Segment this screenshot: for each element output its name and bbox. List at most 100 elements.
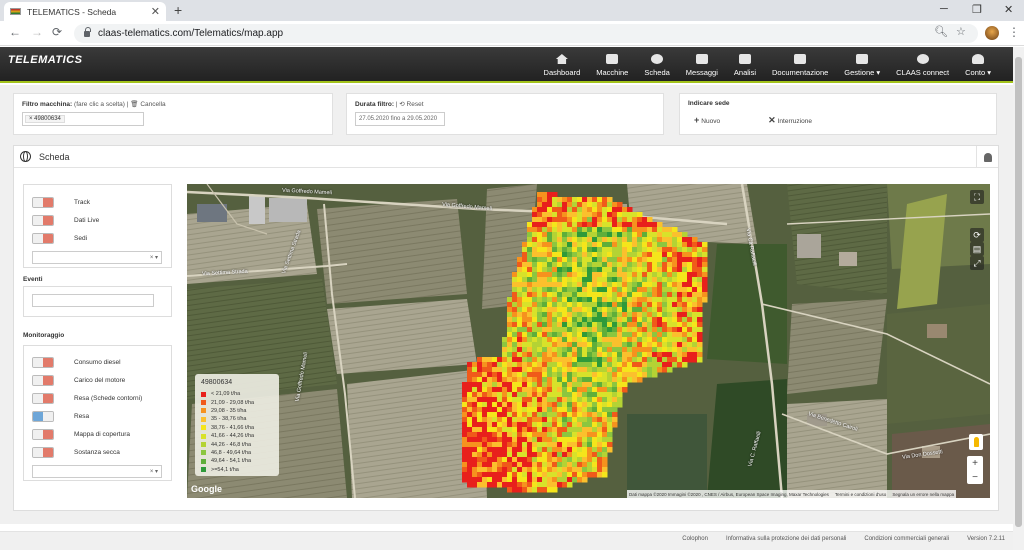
messages-icon — [695, 54, 708, 64]
live-data-toggle[interactable] — [32, 214, 54, 226]
legend-label: 29,08 - 35 t/ha — [211, 407, 247, 414]
diesel-toggle[interactable] — [32, 356, 54, 368]
nav-account[interactable]: Conto ▾ — [957, 47, 999, 83]
nav-messages[interactable]: Messaggi — [678, 47, 726, 83]
new-tab-button[interactable]: + — [174, 2, 182, 18]
telematics-logo[interactable]: TELEMATICS — [8, 54, 82, 66]
page-scrollbar[interactable] — [1013, 47, 1024, 550]
yield-legend: 49800634 < 21,09 t/ha 21,09 - 29,08 t/ha 2… — [195, 374, 279, 476]
monitoring-select[interactable] — [32, 465, 162, 478]
report-error-link[interactable]: Segnala un errore nella mappa — [892, 492, 954, 497]
sites-toggle[interactable] — [32, 232, 54, 244]
monitor-diesel: Consumo diesel — [24, 353, 171, 371]
monitoring-label: Monitoraggio — [23, 332, 65, 339]
panel-user-button[interactable] — [976, 146, 998, 168]
legend-item: 49,64 - 54,1 t/ha — [201, 457, 273, 465]
scrollbar-thumb[interactable] — [1015, 57, 1022, 527]
layers-box: Track Dati Live Sedi — [23, 184, 172, 268]
machine-filter-title: Filtro macchina: — [22, 101, 73, 108]
legend-swatch — [201, 408, 206, 414]
close-window-icon[interactable]: ✕ — [1004, 3, 1013, 16]
person-icon — [983, 152, 992, 162]
refresh-map-icon[interactable]: ⟳ — [970, 228, 984, 242]
nav-map[interactable]: Scheda — [636, 47, 677, 83]
legend-item: 35 - 38,76 t/ha — [201, 415, 273, 423]
sites-select[interactable] — [32, 251, 162, 264]
reset-duration-button[interactable]: | ⟲ Reset — [396, 101, 424, 108]
street-view-icon[interactable] — [969, 434, 983, 450]
nav-claas-connect[interactable]: CLAAS connect — [888, 47, 957, 83]
coverage-toggle[interactable] — [32, 428, 54, 440]
nav-label: Dashboard — [543, 68, 581, 77]
profile-avatar[interactable] — [985, 26, 999, 40]
forward-icon[interactable]: → — [31, 25, 43, 39]
zoom-control: + − — [967, 456, 983, 484]
tractor-icon — [606, 54, 619, 64]
colophon-link[interactable]: Colophon — [682, 536, 708, 542]
events-box — [23, 286, 172, 317]
fullscreen-icon[interactable]: ⛶ — [970, 190, 984, 204]
monitoring-box: Consumo diesel Carico del motore Resa (S… — [23, 345, 172, 481]
connect-icon — [916, 54, 929, 64]
track-label: Track — [74, 198, 91, 206]
dry-matter-toggle[interactable] — [32, 446, 54, 458]
nav-analysis[interactable]: Analisi — [726, 47, 764, 83]
legend-item: 46,8 - 49,64 t/ha — [201, 449, 273, 457]
legend-label: 35 - 38,76 t/ha — [211, 416, 247, 423]
analysis-icon — [738, 54, 751, 64]
management-icon — [856, 54, 869, 64]
privacy-link[interactable]: Informativa sulla protezione dei dati pe… — [726, 536, 846, 542]
new-site-button[interactable]: + Nuovo — [694, 115, 720, 126]
interrupt-site-button[interactable]: ✕ Interruzione — [768, 115, 812, 126]
expand-map-icon[interactable]: ⤢ — [970, 256, 984, 270]
yield-label: Resa — [74, 412, 90, 420]
user-icon — [972, 54, 985, 64]
print-map-icon[interactable]: ▤ — [970, 242, 984, 256]
browser-menu-icon[interactable]: ⋮ — [1008, 25, 1020, 39]
legend-swatch — [201, 416, 206, 422]
machine-chip[interactable]: × 49800634 — [25, 115, 65, 123]
nav-machines[interactable]: Macchine — [588, 47, 636, 83]
bookmark-star-icon[interactable]: ☆ — [956, 25, 966, 38]
reload-icon[interactable]: ⟳ — [52, 25, 62, 39]
back-icon[interactable]: ← — [9, 25, 21, 39]
yield-toggle[interactable] — [32, 410, 54, 422]
panel-title: Scheda — [39, 151, 70, 162]
maximize-icon[interactable]: ❐ — [972, 3, 982, 16]
track-toggle[interactable] — [32, 196, 54, 208]
clear-filter-button[interactable]: 🗑 Cancella — [130, 101, 165, 108]
terms-link[interactable]: Termini e condizioni d'uso — [835, 492, 886, 497]
engine-load-toggle[interactable] — [32, 374, 54, 386]
minimize-icon[interactable]: ─ — [940, 3, 948, 15]
monitor-yield-contours: Resa (Schede contorni) — [24, 389, 171, 407]
date-range-input[interactable]: 27.05.2020 fino a 29.05.2020 — [355, 112, 445, 126]
favicon-icon — [10, 8, 21, 15]
browser-tab[interactable]: TELEMATICS - Scheda ✕ — [4, 2, 166, 21]
diesel-label: Consumo diesel — [74, 358, 121, 366]
duration-filter-label: Durata filtro: | ⟲ Reset — [355, 100, 655, 108]
legend-item: < 21,09 t/ha — [201, 390, 273, 398]
terms-conditions-link[interactable]: Condizioni commerciali generali — [864, 536, 949, 542]
satellite-map[interactable]: Via Goffredo Mameli Via Goffredo Mameli … — [187, 184, 990, 498]
documents-icon — [794, 54, 807, 64]
machine-filter: Filtro macchina: (fare clic a scelta) | … — [13, 93, 333, 135]
events-input[interactable] — [32, 294, 154, 307]
nav-management[interactable]: Gestione ▾ — [836, 47, 888, 83]
url-field[interactable]: claas-telematics.com/Telematics/map.app … — [74, 24, 978, 43]
url-text: claas-telematics.com/Telematics/map.app — [98, 28, 284, 39]
close-tab-icon[interactable]: ✕ — [151, 5, 160, 18]
zoom-out-button[interactable]: − — [972, 472, 978, 483]
monitor-engine-load: Carico del motore — [24, 371, 171, 389]
zoom-icon[interactable]: 🔍︎ — [934, 25, 948, 38]
map-attribution: Dati mappa ©2020 Immagini ©2020 , CNES /… — [627, 490, 957, 498]
app-header: TELEMATICS Dashboard Macchine Scheda Mes… — [0, 47, 1013, 83]
nav-label: CLAAS connect — [896, 68, 950, 77]
zoom-in-button[interactable]: + — [972, 458, 978, 469]
legend-swatch — [201, 467, 206, 473]
yield-contours-toggle[interactable] — [32, 392, 54, 404]
nav-documentation[interactable]: Documentazione — [764, 47, 836, 83]
nav-label: Macchine — [596, 68, 629, 77]
version-label: Version 7.2.11 — [967, 536, 1005, 542]
nav-dashboard[interactable]: Dashboard — [536, 47, 589, 83]
machine-select-input[interactable]: × 49800634 — [22, 112, 144, 126]
